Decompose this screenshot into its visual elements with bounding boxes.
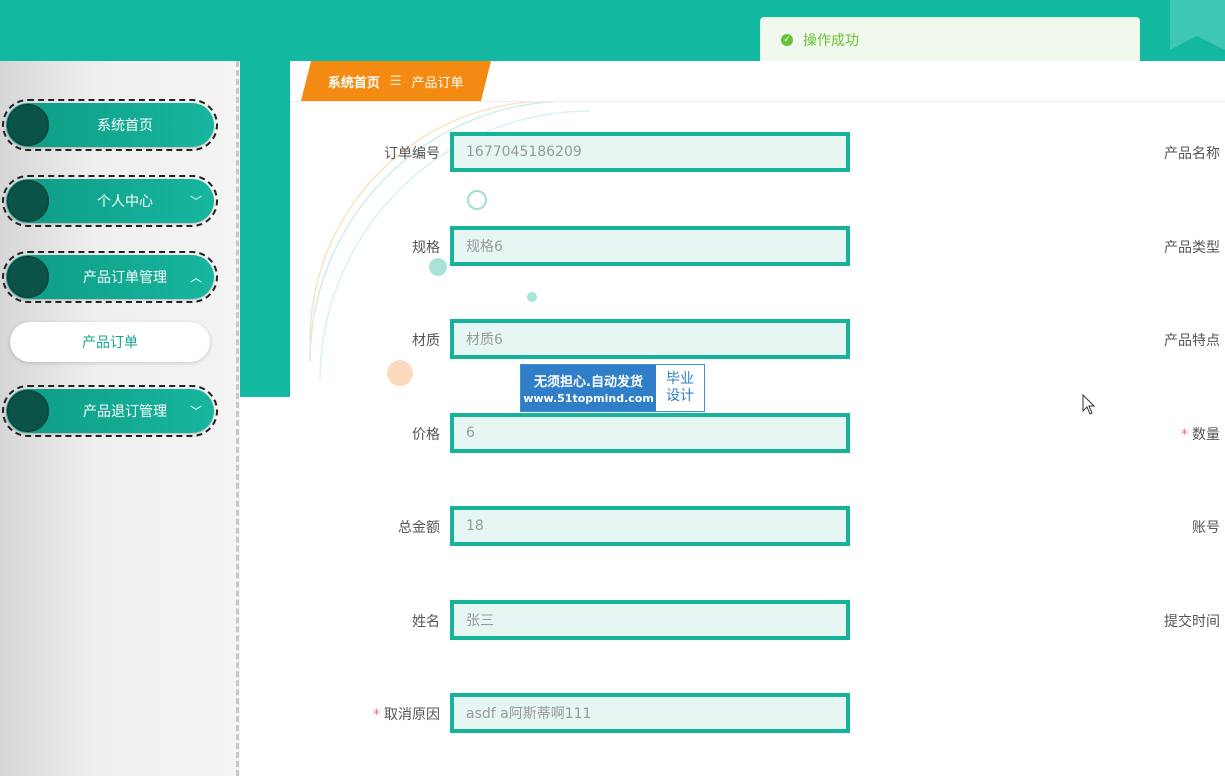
watermark-side-line2: 设计 bbox=[666, 388, 694, 404]
sidebar-item-label: 产品订单管理 bbox=[83, 270, 167, 286]
sidebar-item-cancel-management[interactable]: 产品退订管理 ﹀ bbox=[2, 385, 218, 437]
breadcrumb-separator-icon: ☰ bbox=[390, 73, 402, 89]
sidebar-divider bbox=[236, 61, 239, 776]
corner-bookmark-icon[interactable] bbox=[1170, 0, 1225, 50]
total-amount-field[interactable] bbox=[450, 506, 850, 546]
name-field[interactable] bbox=[450, 600, 850, 640]
price-label: 价格 bbox=[412, 427, 440, 443]
mouse-cursor-icon bbox=[1082, 394, 1096, 415]
breadcrumb: 系统首页 ☰ 产品订单 bbox=[301, 61, 491, 101]
sidebar-item-home[interactable]: 系统首页 bbox=[2, 99, 218, 151]
submit-time-label: 提交时间 bbox=[1164, 614, 1220, 630]
sidebar-item-personal-center[interactable]: 个人中心 ﹀ bbox=[2, 175, 218, 227]
success-toast: ✓ 操作成功 bbox=[760, 17, 1140, 61]
sidebar: 系统首页 个人中心 ﹀ 产品订单管理 ︿ 产品订单 产品退订管理 ﹀ bbox=[0, 61, 240, 776]
order-number-field[interactable] bbox=[450, 132, 850, 172]
product-type-label: 产品类型 bbox=[1164, 240, 1220, 256]
spec-field[interactable] bbox=[450, 226, 850, 266]
account-label: 账号 bbox=[1192, 520, 1220, 536]
chevron-up-icon: ︿ bbox=[189, 270, 202, 285]
cancel-reason-field[interactable] bbox=[450, 693, 850, 733]
chevron-down-icon: ﹀ bbox=[189, 404, 202, 419]
breadcrumb-bar: 系统首页 ☰ 产品订单 bbox=[290, 61, 1225, 102]
spec-label: 规格 bbox=[412, 240, 440, 256]
price-field[interactable] bbox=[450, 413, 850, 453]
main-content: 系统首页 ☰ 产品订单 订单编号 规格 材质 价格 总金额 姓名 *取消原因 产… bbox=[290, 61, 1225, 776]
total-amount-label: 总金额 bbox=[398, 520, 440, 536]
breadcrumb-home[interactable]: 系统首页 bbox=[328, 72, 380, 91]
required-mark: * bbox=[1181, 427, 1188, 443]
order-number-label: 订单编号 bbox=[384, 146, 440, 162]
required-mark: * bbox=[373, 707, 380, 723]
product-name-label: 产品名称 bbox=[1164, 146, 1220, 162]
watermark-text: 无须担心.自动发货 bbox=[534, 375, 643, 390]
sidebar-item-label: 系统首页 bbox=[97, 118, 153, 134]
check-circle-icon: ✓ bbox=[781, 33, 793, 46]
toast-message: 操作成功 bbox=[803, 32, 859, 49]
material-field[interactable] bbox=[450, 319, 850, 359]
watermark-badge: 无须担心.自动发货 www.51topmind.com 毕业 设计 bbox=[520, 364, 705, 412]
breadcrumb-current: 产品订单 bbox=[411, 75, 464, 91]
name-label: 姓名 bbox=[412, 614, 440, 630]
watermark-side-line1: 毕业 bbox=[666, 371, 694, 387]
accent-block bbox=[240, 61, 290, 397]
sidebar-item-label: 产品退订管理 bbox=[83, 404, 167, 420]
sidebar-subitem-product-order[interactable]: 产品订单 bbox=[10, 322, 210, 362]
sidebar-item-order-management[interactable]: 产品订单管理 ︿ bbox=[2, 251, 218, 303]
chevron-down-icon: ﹀ bbox=[189, 194, 202, 209]
cancel-reason-label: * 取消原因 bbox=[373, 707, 440, 723]
material-label: 材质 bbox=[412, 333, 440, 349]
product-feature-label: 产品特点 bbox=[1164, 333, 1220, 349]
watermark-url: www.51topmind.com bbox=[523, 392, 654, 405]
sidebar-item-label: 个人中心 bbox=[97, 194, 153, 210]
quantity-label: * 数量 bbox=[1181, 427, 1220, 443]
